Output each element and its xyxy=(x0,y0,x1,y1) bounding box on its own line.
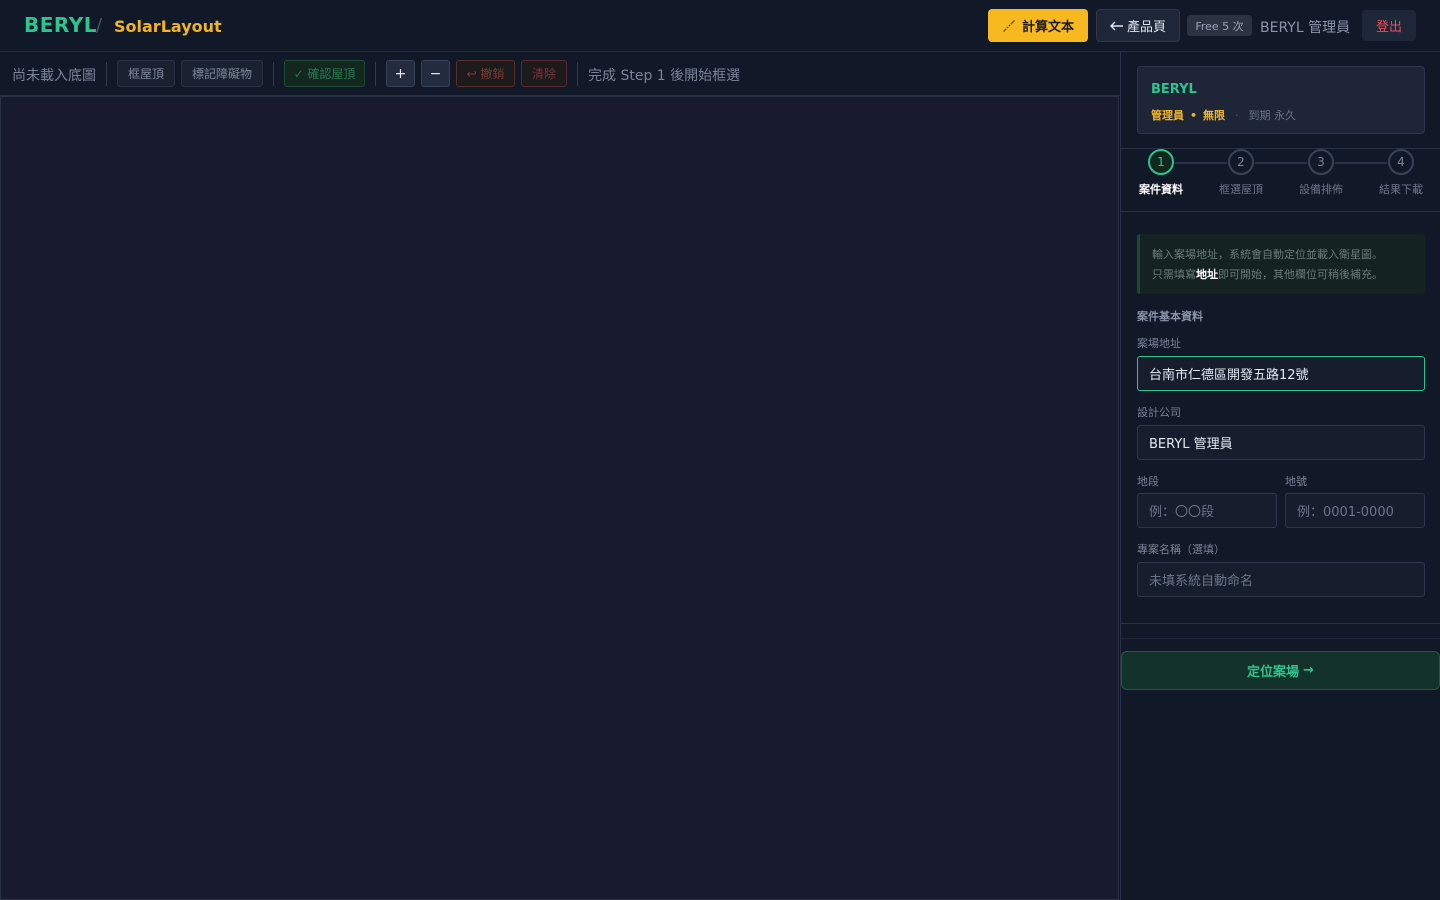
company-input[interactable]: BERYL 管理員 xyxy=(1137,425,1425,460)
canvas-toolbar: 尚未載入底圖 框屋頂 標記障礙物 ✓ 確認屋頂 + − ↩ 撤銷 清除 完成 S… xyxy=(0,52,1120,96)
arrow-right-icon: → xyxy=(1303,663,1314,678)
address-input[interactable]: 台南市仁德區開發五路12號 xyxy=(1137,356,1425,391)
arrow-left-icon xyxy=(1109,21,1123,30)
toolbar-divider xyxy=(273,62,274,86)
divider xyxy=(1121,211,1440,212)
locate-site-button[interactable]: 定位案場 → xyxy=(1121,651,1440,690)
brand-separator: / xyxy=(96,15,103,36)
calc-text-button[interactable]: 計算文本 xyxy=(988,9,1088,42)
divider xyxy=(1121,638,1440,639)
step-label: 設備排佈 xyxy=(1299,183,1343,196)
plan-card: BERYL 管理員 • 無限 · 到期 永久 xyxy=(1137,66,1425,134)
plan-dot: • xyxy=(1190,108,1198,122)
toolbar-divider xyxy=(577,62,578,86)
info-text: 即可開始，其他欄位可稍後補充。 xyxy=(1218,268,1383,281)
divider xyxy=(1121,623,1440,624)
info-text: 只需填寫 xyxy=(1152,268,1196,281)
lot-number-label: 地號 xyxy=(1285,475,1307,488)
company-label: 設計公司 xyxy=(1137,406,1181,419)
land-section-input[interactable]: 例：〇〇段 xyxy=(1137,493,1277,528)
frame-roof-button[interactable]: 框屋頂 xyxy=(117,60,175,87)
confirm-roof-button[interactable]: ✓ 確認屋頂 xyxy=(284,60,365,87)
info-highlight: 地址 xyxy=(1196,268,1218,281)
plan-quota: 無限 xyxy=(1203,109,1226,122)
basemap-status: 尚未載入底圖 xyxy=(12,68,96,84)
zoom-out-button[interactable]: − xyxy=(421,60,450,87)
plan-separator: · xyxy=(1235,108,1239,122)
toolbar-divider xyxy=(375,62,376,86)
land-section-label: 地段 xyxy=(1137,475,1159,488)
info-line-2: 只需填寫地址即可開始，其他欄位可稍後補充。 xyxy=(1152,265,1413,285)
plan-expiry: 到期 永久 xyxy=(1248,109,1297,122)
logout-button[interactable]: 登出 xyxy=(1362,10,1416,41)
product-page-label: 產品頁 xyxy=(1126,20,1166,35)
address-label: 案場地址 xyxy=(1137,337,1181,350)
step-number: 4 xyxy=(1388,149,1414,175)
step-label: 框選屋頂 xyxy=(1219,183,1263,196)
map-canvas[interactable] xyxy=(0,96,1119,900)
undo-button[interactable]: ↩ 撤銷 xyxy=(456,60,515,87)
free-quota-badge: Free 5 次 xyxy=(1187,15,1252,36)
app-name: SolarLayout xyxy=(114,17,222,36)
toolbar-divider xyxy=(106,62,107,86)
lot-number-input[interactable]: 例：0001-0000 xyxy=(1285,493,1425,528)
step-2-frame-roof[interactable]: 2 框選屋頂 xyxy=(1201,149,1281,199)
plan-role: 管理員 xyxy=(1151,109,1184,122)
brand-logo[interactable]: BERYL xyxy=(24,13,97,37)
zoom-in-button[interactable]: + xyxy=(386,60,415,87)
project-name-input[interactable]: 未填系統自動命名 xyxy=(1137,562,1425,597)
step-label: 結果下載 xyxy=(1379,183,1423,196)
project-name-label: 專案名稱（選填） xyxy=(1137,543,1225,556)
user-name: BERYL 管理員 xyxy=(1260,20,1351,36)
plan-meta: 管理員 • 無限 · 到期 永久 xyxy=(1151,107,1296,123)
step-4-result-download[interactable]: 4 結果下載 xyxy=(1361,149,1440,199)
product-page-button[interactable]: 產品頁 xyxy=(1096,9,1180,42)
clear-button[interactable]: 清除 xyxy=(521,60,567,87)
calc-text-label: 計算文本 xyxy=(1021,20,1074,35)
step-number: 1 xyxy=(1148,149,1174,175)
info-hint-box: 輸入案場地址，系統會自動定位並載入衛星圖。 只需填寫地址即可開始，其他欄位可稍後… xyxy=(1137,234,1425,294)
mark-obstacle-button[interactable]: 標記障礙物 xyxy=(181,60,263,87)
step-number: 3 xyxy=(1308,149,1334,175)
step-3-equipment-layout[interactable]: 3 設備排佈 xyxy=(1281,149,1361,199)
step-number: 2 xyxy=(1228,149,1254,175)
step-1-case-info[interactable]: 1 案件資料 xyxy=(1121,149,1201,199)
side-panel: BERYL 管理員 • 無限 · 到期 永久 1 案件資料 2 框選屋頂 3 設… xyxy=(1120,52,1440,900)
ruler-icon xyxy=(1002,19,1015,32)
section-title: 案件基本資料 xyxy=(1137,310,1203,323)
top-header: BERYL / SolarLayout 計算文本 產品頁 Free 5 次 BE… xyxy=(0,0,1440,52)
step-label: 案件資料 xyxy=(1139,183,1183,196)
plan-name: BERYL xyxy=(1151,82,1197,97)
info-line-1: 輸入案場地址，系統會自動定位並載入衛星圖。 xyxy=(1152,248,1383,261)
locate-site-label: 定位案場 xyxy=(1247,665,1300,680)
toolbar-hint: 完成 Step 1 後開始框選 xyxy=(588,68,741,84)
